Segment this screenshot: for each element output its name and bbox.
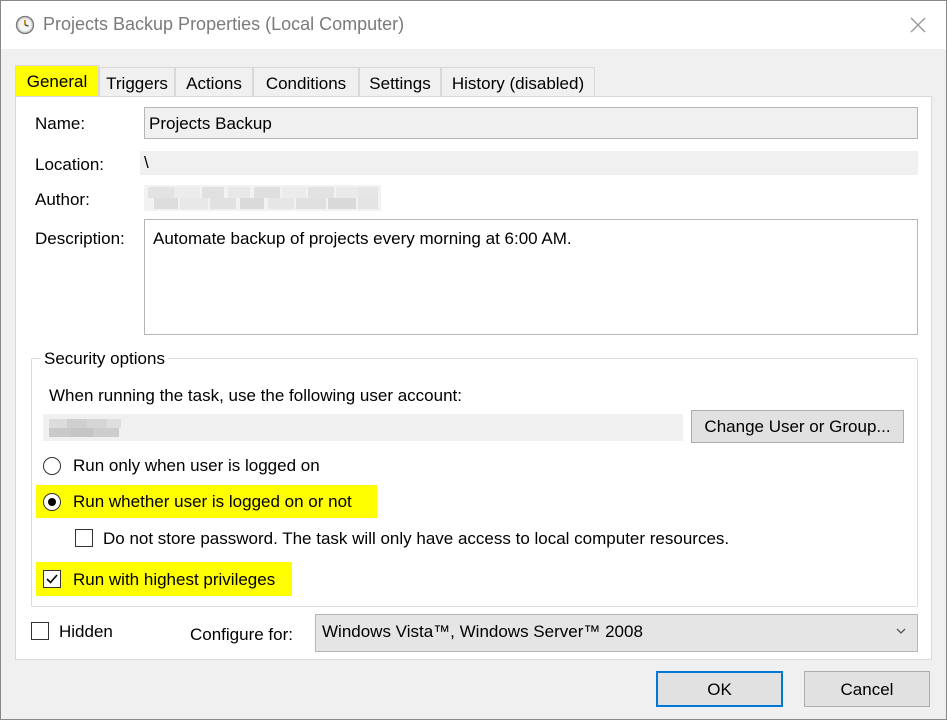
cancel-button[interactable]: Cancel	[804, 671, 930, 707]
description-label: Description:	[35, 229, 125, 248]
hidden-label: Hidden	[59, 622, 113, 641]
properties-dialog: Projects Backup Properties (Local Comput…	[0, 0, 947, 720]
redaction-blur	[144, 185, 381, 211]
do-not-store-password-checkbox[interactable]	[75, 529, 93, 547]
checkmark-icon	[46, 574, 58, 584]
radio-run-only-logged-on-label: Run only when user is logged on	[73, 456, 320, 475]
configure-for-select[interactable]: Windows Vista™, Windows Server™ 2008	[315, 614, 918, 652]
author-label: Author:	[35, 190, 90, 209]
task-scheduler-clock-icon	[15, 15, 35, 35]
title-bar: Projects Backup Properties (Local Comput…	[1, 1, 946, 49]
tab-triggers[interactable]: Triggers	[99, 67, 175, 97]
radio-run-whether-label: Run whether user is logged on or not	[73, 492, 352, 511]
highest-privileges-label: Run with highest privileges	[73, 570, 276, 589]
name-label: Name:	[35, 114, 86, 133]
configure-for-label: Configure for:	[190, 625, 293, 644]
close-icon	[910, 17, 926, 33]
window-title: Projects Backup Properties (Local Comput…	[43, 14, 405, 34]
location-label: Location:	[35, 155, 104, 174]
security-options-legend: Security options	[41, 349, 168, 369]
tab-actions[interactable]: Actions	[175, 67, 253, 97]
chevron-down-icon	[896, 628, 906, 634]
hidden-checkbox[interactable]	[31, 622, 49, 640]
description-field[interactable]: Automate backup of projects every mornin…	[144, 219, 918, 335]
configure-for-value: Windows Vista™, Windows Server™ 2008	[322, 622, 643, 641]
change-user-button[interactable]: Change User or Group...	[691, 410, 904, 443]
author-value-redacted	[144, 185, 381, 211]
user-account-prompt: When running the task, use the following…	[49, 386, 462, 405]
tab-settings[interactable]: Settings	[359, 67, 441, 97]
ok-button[interactable]: OK	[656, 671, 783, 707]
close-button[interactable]	[890, 1, 946, 49]
name-field[interactable]: Projects Backup	[144, 107, 918, 139]
highest-privileges-checkbox[interactable]	[43, 570, 61, 588]
radio-run-whether-logged-on[interactable]	[43, 493, 61, 511]
redaction-blur	[49, 419, 121, 437]
radio-run-only-logged-on[interactable]	[43, 457, 61, 475]
do-not-store-password-label: Do not store password. The task will onl…	[103, 529, 730, 548]
tab-conditions[interactable]: Conditions	[253, 67, 359, 97]
location-value: \	[140, 151, 918, 175]
user-account-field	[43, 414, 683, 441]
tab-history[interactable]: History (disabled)	[441, 67, 595, 97]
tab-general[interactable]: General	[15, 65, 99, 98]
